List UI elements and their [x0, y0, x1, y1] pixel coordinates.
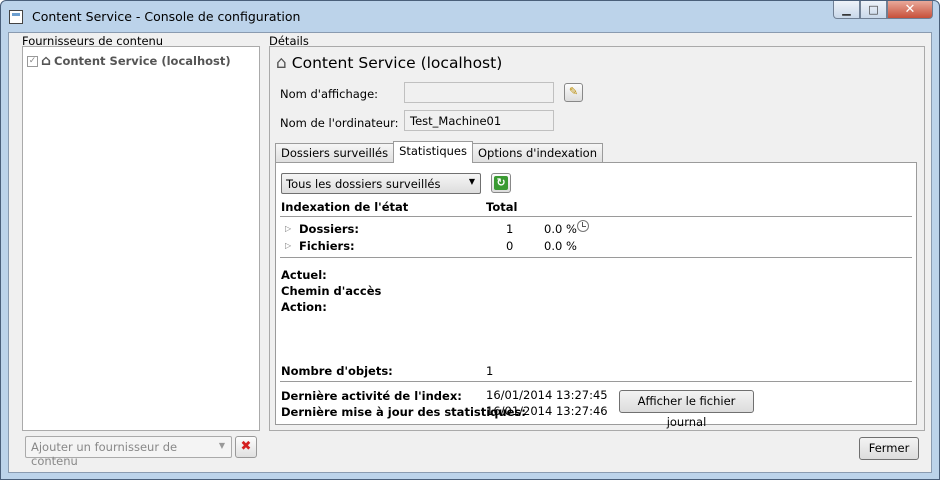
path-label: Chemin d'accès	[281, 284, 382, 298]
view-log-button[interactable]: Afficher le fichier journal	[619, 390, 754, 429]
computer-name-label: Nom de l'ordinateur:	[280, 116, 399, 130]
folders-percent: 0.0 %	[544, 222, 577, 236]
folders-total: 1	[506, 222, 514, 236]
action-label: Action:	[281, 300, 327, 314]
home-icon: ⌂	[276, 53, 287, 73]
window-controls: ▁ □ ✕	[833, 1, 933, 21]
object-count-value: 1	[486, 364, 494, 378]
add-provider-dropdown[interactable]: Ajouter un fournisseur de contenu ▼	[25, 436, 232, 468]
maximize-button[interactable]: □	[860, 1, 887, 19]
tab-strip: Dossiers surveillés Statistiques Options…	[275, 141, 604, 163]
edit-button[interactable]: ✎	[564, 83, 583, 102]
divider	[280, 257, 912, 258]
checkbox-icon[interactable]: ✓	[27, 55, 38, 67]
folder-filter-dropdown[interactable]: Tous les dossiers surveillés ▼	[281, 173, 481, 194]
display-name-label: Nom d'affichage:	[280, 87, 379, 101]
current-label: Actuel:	[281, 268, 327, 282]
add-provider-placeholder: Ajouter un fournisseur de contenu	[31, 440, 178, 468]
app-icon	[9, 10, 23, 24]
statistics-tab-content: Tous les dossiers surveillés ▼ ↻ Indexat…	[275, 162, 917, 429]
close-window-button[interactable]: ✕	[887, 1, 933, 19]
home-icon: ⌂	[41, 53, 52, 69]
divider	[280, 381, 912, 382]
expand-arrow-icon[interactable]: ▷	[285, 224, 291, 233]
details-title: Content Service (localhost)	[291, 54, 503, 72]
providers-list[interactable]: ✓ ⌂ Content Service (localhost)	[22, 46, 260, 431]
clock-icon[interactable]	[577, 220, 589, 232]
delete-provider-button[interactable]: ✖	[235, 436, 257, 458]
chevron-down-icon: ▼	[218, 441, 225, 450]
files-total: 0	[506, 239, 514, 253]
refresh-button[interactable]: ↻	[491, 173, 511, 193]
details-header: ⌂ Content Service (localhost)	[276, 54, 502, 72]
tab-indexing-options[interactable]: Options d'indexation	[471, 143, 604, 163]
chevron-down-icon: ▼	[468, 177, 475, 186]
tree-item-label: Content Service (localhost)	[54, 54, 231, 68]
close-button[interactable]: Fermer	[859, 437, 919, 460]
details-panel: ⌂ Content Service (localhost) Nom d'affi…	[269, 46, 925, 431]
col-state-header: Indexation de l'état	[281, 200, 409, 214]
refresh-icon: ↻	[494, 176, 508, 190]
expand-arrow-icon[interactable]: ▷	[285, 241, 291, 250]
last-index-label: Dernière activité de l'index:	[281, 389, 462, 403]
folder-filter-value: Tous les dossiers surveillés	[286, 177, 441, 191]
folders-row-label: Dossiers:	[299, 222, 359, 236]
delete-x-icon: ✖	[240, 439, 252, 454]
tab-watched-folders[interactable]: Dossiers surveillés	[275, 143, 395, 163]
display-name-field[interactable]	[404, 82, 554, 103]
title-bar[interactable]: Content Service - Console de configurati…	[1, 1, 939, 33]
last-stats-value: 16/01/2014 13:27:46	[486, 404, 608, 418]
object-count-label: Nombre d'objets:	[281, 364, 393, 378]
files-percent: 0.0 %	[544, 239, 577, 253]
app-window: Content Service - Console de configurati…	[0, 0, 940, 480]
tree-item-content-service[interactable]: ✓ ⌂ Content Service (localhost)	[27, 54, 231, 68]
last-index-value: 16/01/2014 13:27:45	[486, 388, 608, 402]
computer-name-field: Test_Machine01	[404, 110, 554, 131]
window-title: Content Service - Console de configurati…	[32, 9, 301, 24]
tab-statistics[interactable]: Statistiques	[393, 141, 473, 163]
minimize-button[interactable]: ▁	[833, 1, 860, 19]
files-row-label: Fichiers:	[299, 239, 355, 253]
client-area: Fournisseurs de contenu Détails ✓ ⌂ Cont…	[8, 32, 932, 473]
divider	[280, 216, 912, 217]
col-total-header: Total	[486, 200, 518, 214]
pencil-icon: ✎	[568, 85, 579, 98]
